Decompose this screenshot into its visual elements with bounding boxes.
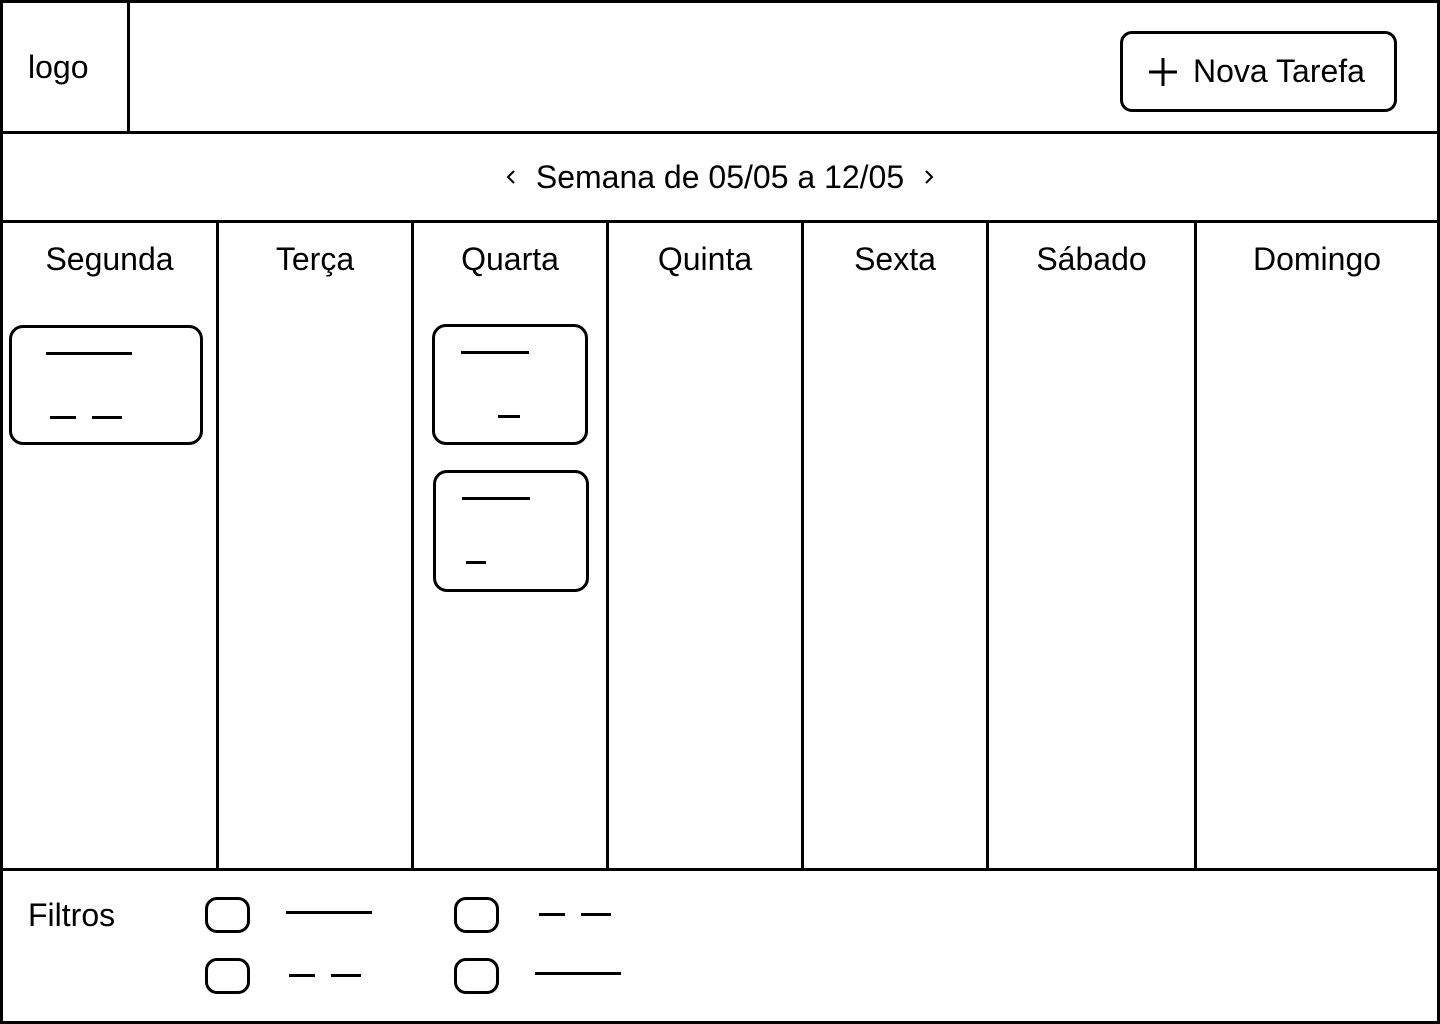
week-navigator: Semana de 05/05 a 12/05	[3, 134, 1437, 223]
task-title-placeholder	[46, 352, 132, 355]
filters-label: Filtros	[28, 897, 116, 933]
task-meta-placeholder	[50, 416, 76, 419]
plus-icon	[1149, 57, 1177, 86]
task-title-placeholder	[461, 351, 529, 354]
day-name: Terça	[275, 241, 355, 277]
task-card[interactable]	[432, 324, 588, 445]
filter-label-placeholder	[535, 972, 621, 975]
logo-text: logo	[28, 48, 89, 85]
day-name: Quarta	[461, 241, 559, 277]
filter-checkbox[interactable]	[454, 897, 499, 933]
filter-checkbox[interactable]	[205, 897, 250, 933]
app-frame: logo Nova Tarefa Semana de 05/05 a 12/05…	[0, 0, 1440, 1024]
chevron-left-icon[interactable]	[504, 168, 518, 186]
filter-label-placeholder	[539, 913, 565, 916]
filter-checkbox[interactable]	[205, 958, 250, 994]
day-column-segunda: Segunda	[3, 223, 219, 868]
week-board: Segunda Terça Quarta Quinta Sexta Sábado…	[3, 223, 1437, 871]
day-column-quinta: Quinta	[609, 223, 804, 868]
filter-label-placeholder	[289, 974, 315, 977]
day-name: Segunda	[45, 241, 174, 277]
new-task-button[interactable]: Nova Tarefa	[1120, 31, 1397, 112]
task-meta-placeholder	[466, 561, 486, 564]
filter-label-placeholder	[331, 974, 361, 977]
task-card[interactable]	[433, 470, 589, 592]
filter-label-placeholder	[581, 913, 611, 916]
filter-checkbox[interactable]	[454, 958, 499, 994]
day-column-sabado: Sábado	[989, 223, 1197, 868]
task-card[interactable]	[9, 325, 203, 445]
chevron-right-icon[interactable]	[922, 168, 936, 186]
day-column-domingo: Domingo	[1197, 223, 1437, 868]
filter-label-placeholder	[286, 911, 372, 914]
header: logo Nova Tarefa	[3, 3, 1437, 134]
logo: logo	[3, 3, 130, 131]
day-name: Domingo	[1252, 241, 1382, 277]
day-name: Quinta	[657, 241, 753, 277]
new-task-label: Nova Tarefa	[1193, 53, 1365, 89]
week-range-label: Semana de 05/05 a 12/05	[535, 158, 905, 195]
day-column-sexta: Sexta	[804, 223, 989, 868]
day-name: Sábado	[1036, 241, 1147, 277]
task-meta-placeholder	[498, 415, 520, 418]
filters-bar: Filtros	[3, 871, 1437, 1021]
day-name: Sexta	[854, 241, 936, 277]
day-column-quarta: Quarta	[414, 223, 609, 868]
day-column-terca: Terça	[219, 223, 414, 868]
task-title-placeholder	[462, 497, 530, 500]
task-meta-placeholder	[92, 416, 122, 419]
